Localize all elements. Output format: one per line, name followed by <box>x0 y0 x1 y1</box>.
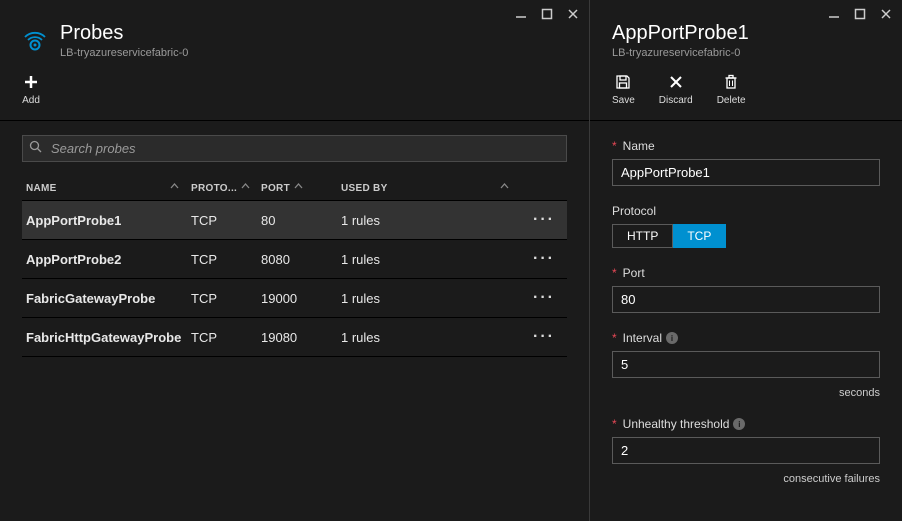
form-group-interval: *Intervali seconds <box>612 331 880 399</box>
form-group-protocol: Protocol HTTP TCP <box>612 204 880 248</box>
plus-icon <box>22 73 40 91</box>
cell-usedby: 1 rules <box>341 330 521 345</box>
page-subtitle: LB-tryazureservicefabric-0 <box>60 47 188 59</box>
interval-input[interactable] <box>612 351 880 378</box>
col-protocol[interactable]: PROTO... <box>191 182 261 194</box>
col-name[interactable]: NAME <box>26 182 191 194</box>
row-actions-icon[interactable]: ··· <box>521 211 561 229</box>
info-icon[interactable]: i <box>666 332 678 344</box>
cell-protocol: TCP <box>191 291 261 306</box>
threshold-helper: consecutive failures <box>612 473 880 485</box>
add-button[interactable]: Add <box>22 73 40 106</box>
save-button[interactable]: Save <box>612 73 635 106</box>
panel-header-left: Probes LB-tryazureservicefabric-0 <box>0 0 589 59</box>
form-group-threshold: *Unhealthy thresholdi consecutive failur… <box>612 417 880 485</box>
threshold-label: *Unhealthy thresholdi <box>612 417 880 431</box>
delete-button[interactable]: Delete <box>717 73 746 106</box>
list-body: NAME PROTO... PORT <box>0 121 589 371</box>
maximize-icon[interactable] <box>854 8 866 20</box>
cell-usedby: 1 rules <box>341 213 521 228</box>
col-usedby-label: USED BY <box>341 183 388 194</box>
cell-port: 19000 <box>261 291 341 306</box>
search-box <box>22 135 567 162</box>
cell-name: AppPortProbe1 <box>26 213 191 228</box>
interval-helper: seconds <box>612 387 880 399</box>
row-actions-icon[interactable]: ··· <box>521 328 561 346</box>
cell-name: FabricHttpGatewayProbe <box>26 330 191 345</box>
delete-label: Delete <box>717 95 746 106</box>
form-body: *Name Protocol HTTP TCP *Port *Intervali… <box>590 121 902 503</box>
interval-label: *Intervali <box>612 331 880 345</box>
form-group-port: *Port <box>612 266 880 313</box>
window-controls-left <box>515 8 579 20</box>
table-row[interactable]: AppPortProbe1TCP801 rules··· <box>22 201 567 240</box>
cell-protocol: TCP <box>191 213 261 228</box>
window-controls-right <box>828 8 892 20</box>
sort-caret-icon <box>294 182 303 194</box>
cell-protocol: TCP <box>191 252 261 267</box>
save-label: Save <box>612 95 635 106</box>
threshold-input[interactable] <box>612 437 880 464</box>
col-port[interactable]: PORT <box>261 182 341 194</box>
col-name-label: NAME <box>26 183 57 194</box>
col-usedby[interactable]: USED BY <box>341 182 521 194</box>
discard-label: Discard <box>659 95 693 106</box>
save-icon <box>614 73 632 91</box>
col-protocol-label: PROTO... <box>191 183 237 194</box>
search-input[interactable] <box>22 135 567 162</box>
protocol-tcp-button[interactable]: TCP <box>673 224 726 248</box>
minimize-icon[interactable] <box>828 8 840 20</box>
port-input[interactable] <box>612 286 880 313</box>
cell-port: 19080 <box>261 330 341 345</box>
detail-subtitle: LB-tryazureservicefabric-0 <box>612 47 880 59</box>
table-row[interactable]: FabricGatewayProbeTCP190001 rules··· <box>22 279 567 318</box>
protocol-http-button[interactable]: HTTP <box>612 224 673 248</box>
name-label: *Name <box>612 139 880 153</box>
probes-table: NAME PROTO... PORT <box>22 176 567 357</box>
name-input[interactable] <box>612 159 880 186</box>
close-icon[interactable] <box>880 8 892 20</box>
row-actions-icon[interactable]: ··· <box>521 250 561 268</box>
detail-title: AppPortProbe1 <box>612 22 880 45</box>
toolbar-right: Save Discard Delete <box>590 59 902 121</box>
cell-usedby: 1 rules <box>341 291 521 306</box>
cell-port: 8080 <box>261 252 341 267</box>
page-title: Probes <box>60 22 188 45</box>
discard-icon <box>667 73 685 91</box>
close-icon[interactable] <box>567 8 579 20</box>
cell-port: 80 <box>261 213 341 228</box>
sort-caret-icon <box>500 182 509 194</box>
minimize-icon[interactable] <box>515 8 527 20</box>
cell-name: FabricGatewayProbe <box>26 291 191 306</box>
search-icon <box>29 140 42 158</box>
cell-protocol: TCP <box>191 330 261 345</box>
info-icon[interactable]: i <box>733 418 745 430</box>
port-label: *Port <box>612 266 880 280</box>
row-actions-icon[interactable]: ··· <box>521 289 561 307</box>
delete-icon <box>722 73 740 91</box>
cell-name: AppPortProbe2 <box>26 252 191 267</box>
toolbar-left: Add <box>0 59 589 121</box>
col-port-label: PORT <box>261 183 290 194</box>
table-header: NAME PROTO... PORT <box>22 176 567 201</box>
add-label: Add <box>22 95 40 106</box>
protocol-toggle: HTTP TCP <box>612 224 726 248</box>
cell-usedby: 1 rules <box>341 252 521 267</box>
probes-list-panel: Probes LB-tryazureservicefabric-0 Add NA… <box>0 0 590 521</box>
discard-button[interactable]: Discard <box>659 73 693 106</box>
table-row[interactable]: AppPortProbe2TCP80801 rules··· <box>22 240 567 279</box>
probe-detail-panel: AppPortProbe1 LB-tryazureservicefabric-0… <box>590 0 902 521</box>
sort-caret-icon <box>170 182 179 194</box>
sort-caret-icon <box>241 182 250 194</box>
form-group-name: *Name <box>612 139 880 186</box>
probes-icon <box>22 28 48 54</box>
protocol-label: Protocol <box>612 204 880 218</box>
maximize-icon[interactable] <box>541 8 553 20</box>
table-row[interactable]: FabricHttpGatewayProbeTCP190801 rules··· <box>22 318 567 357</box>
